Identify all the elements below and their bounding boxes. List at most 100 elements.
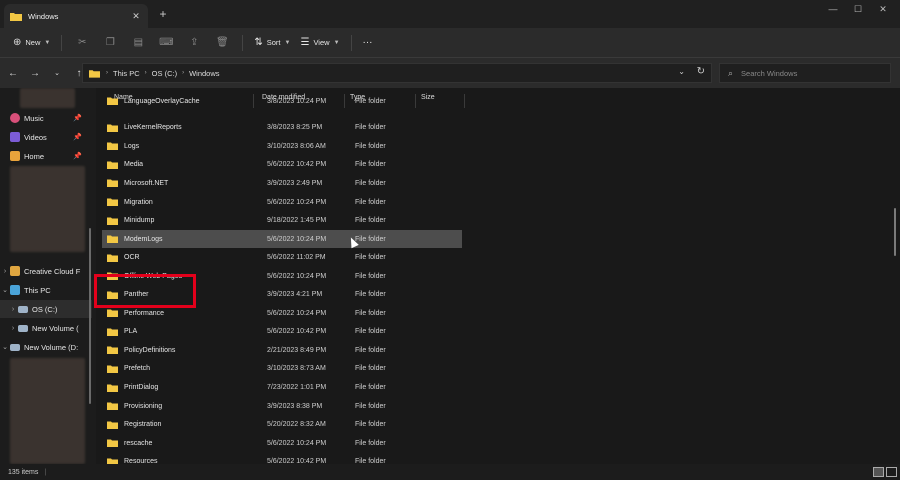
chevron-right-icon: ›	[182, 70, 185, 76]
table-row[interactable]: Registration 5/20/2022 8:32 AM File folder	[102, 415, 462, 434]
maximize-button[interactable]: ☐	[845, 2, 871, 16]
sidebar-item-music[interactable]: Music 📌	[0, 109, 92, 127]
folder-icon	[107, 346, 118, 355]
tiles-view-icon[interactable]	[886, 467, 897, 477]
paste-icon[interactable]: ▤	[131, 36, 145, 50]
tab-windows[interactable]: Windows ✕	[4, 4, 148, 28]
sidebar-item-creative-cloud[interactable]: › Creative Cloud F	[0, 262, 92, 280]
file-name: Prefetch	[124, 365, 151, 373]
sidebar-item-home[interactable]: Home 📌	[0, 147, 92, 165]
sort-button[interactable]: ⇅ Sort ▼	[249, 32, 295, 54]
item-count: 135 items	[8, 468, 39, 476]
chevron-down-icon[interactable]: ⌄	[0, 286, 10, 294]
table-row[interactable]: rescache 5/6/2022 10:24 PM File folder	[102, 434, 462, 453]
close-tab-icon[interactable]: ✕	[130, 10, 142, 22]
table-row[interactable]: Microsoft.NET 3/9/2023 2:49 PM File folder	[102, 174, 462, 193]
chevron-down-icon[interactable]: ⌄	[0, 343, 10, 351]
sidebar-item-this-pc[interactable]: ⌄ This PC	[0, 281, 92, 299]
sidebar-item-new-volume-d[interactable]: ⌄ New Volume (D:	[0, 338, 92, 356]
breadcrumb-this-pc[interactable]: This PC	[113, 69, 140, 78]
new-button[interactable]: ⊕ New ▼	[8, 32, 55, 54]
view-button[interactable]: ☰ View ▼	[295, 32, 344, 54]
sidebar-item-os-c[interactable]: › OS (C:)	[0, 300, 92, 318]
chevron-right-icon[interactable]: ›	[0, 268, 10, 275]
file-date: 5/6/2022 11:02 PM	[267, 254, 326, 262]
cut-icon[interactable]: ✂	[75, 36, 89, 50]
file-type: File folder	[355, 291, 386, 299]
chevron-right-icon[interactable]: ›	[8, 306, 18, 313]
address-row: ← → ⌄ ↑ › This PC › OS (C:) › Windows ⌄ …	[0, 58, 900, 88]
table-row[interactable]: Migration 5/6/2022 10:24 PM File folder	[102, 193, 462, 212]
file-type: File folder	[355, 402, 386, 410]
divider	[61, 34, 63, 51]
sidebar-item-videos[interactable]: Videos 📌	[0, 128, 92, 146]
file-name: PrintDialog	[124, 384, 159, 391]
file-name: Minidump	[124, 217, 155, 225]
rename-icon[interactable]: ⌨	[159, 36, 173, 50]
sidebar-item-label: Videos	[24, 132, 47, 142]
breadcrumb-os-c[interactable]: OS (C:)	[152, 69, 177, 78]
address-dropdown-icon[interactable]: ⌄	[678, 67, 685, 76]
delete-icon[interactable]: 🗑	[215, 36, 229, 50]
folder-icon	[107, 97, 118, 105]
file-name: LanguageOverlayCache	[124, 98, 200, 105]
address-bar[interactable]: › This PC › OS (C:) › Windows ⌄ ↻	[82, 63, 712, 83]
file-name: Microsoft.NET	[124, 179, 169, 187]
file-name: Media	[124, 161, 144, 169]
details-view-icon[interactable]	[873, 467, 884, 477]
table-row[interactable]: PrintDialog 7/23/2022 1:01 PM File folder	[102, 378, 462, 397]
back-arrow-icon[interactable]: ←	[4, 64, 22, 82]
chevron-right-icon: ›	[144, 70, 147, 76]
file-type: File folder	[355, 439, 386, 447]
table-row[interactable]: ModemLogs 5/6/2022 10:24 PM File folder	[102, 229, 462, 249]
drive-icon	[18, 324, 28, 332]
new-tab-button[interactable]: +	[156, 7, 170, 21]
sort-label: Sort	[266, 38, 281, 47]
copy-icon[interactable]: ❐	[103, 36, 117, 50]
table-row[interactable]: Media 5/6/2022 10:42 PM File folder	[102, 156, 462, 175]
file-type: File folder	[355, 365, 386, 373]
file-date: 5/6/2022 10:24 PM	[267, 439, 327, 447]
file-date: 3/8/2023 8:25 PM	[267, 124, 323, 132]
table-row[interactable]: LanguageOverlayCache 3/8/2023 10:24 PM Fil…	[102, 97, 462, 105]
chevron-right-icon: ›	[106, 70, 108, 76]
file-type: File folder	[355, 124, 386, 132]
refresh-icon[interactable]: ↻	[697, 66, 705, 77]
sidebar-item-label: New Volume (D:	[24, 342, 79, 352]
breadcrumb-windows[interactable]: Windows	[189, 69, 219, 78]
table-row[interactable]: Resources 5/6/2022 10:42 PM File folder	[102, 452, 462, 464]
sidebar-scrollbar[interactable]	[89, 228, 91, 404]
file-name: PolicyDefinitions	[124, 346, 176, 354]
file-list-scrollbar[interactable]	[894, 208, 896, 256]
sidebar-item-new-volume[interactable]: › New Volume (	[0, 319, 92, 337]
table-row[interactable]: Prefetch 3/10/2023 8:73 AM File folder	[102, 360, 462, 379]
file-type: File folder	[355, 142, 386, 150]
search-input[interactable]: ⌕ Search Windows	[719, 63, 891, 83]
folder-icon	[107, 439, 118, 448]
recent-chevron-icon[interactable]: ⌄	[48, 64, 66, 82]
more-options-button[interactable]: ···	[358, 32, 378, 54]
table-row[interactable]: Provisioning 3/9/2023 8:38 PM File folder	[102, 397, 462, 416]
divider	[350, 34, 352, 51]
music-icon	[10, 113, 20, 123]
chevron-right-icon[interactable]: ›	[8, 325, 18, 332]
share-icon[interactable]: ⇪	[187, 36, 201, 50]
home-icon	[10, 151, 20, 161]
table-row[interactable]: PLA 5/6/2022 10:42 PM File folder	[102, 323, 462, 342]
table-row[interactable]: Minidump 9/18/2022 1:45 PM File folder	[102, 211, 462, 230]
file-date: 3/9/2023 4:21 PM	[267, 291, 323, 299]
command-bar: ⊕ New ▼ ✂ ❐ ▤ ⌨ ⇪ 🗑 ⇅ Sort ▼ ☰ View ▼ ··…	[0, 28, 900, 58]
file-name: Migration	[124, 198, 153, 206]
forward-arrow-icon[interactable]: →	[26, 64, 44, 82]
minimize-button[interactable]: —	[820, 2, 846, 16]
folder-icon	[107, 309, 118, 318]
close-window-button[interactable]: ✕	[870, 2, 896, 16]
plus-icon: ⊕	[13, 37, 22, 48]
this-pc-icon	[10, 285, 20, 295]
table-row[interactable]: PolicyDefinitions 2/21/2023 8:49 PM File f…	[102, 341, 462, 360]
table-row[interactable]: OCR 5/6/2022 11:02 PM File folder	[102, 248, 462, 267]
table-row[interactable]: Logs 3/10/2023 8:06 AM File folder	[102, 137, 462, 156]
file-date: 2/21/2023 8:49 PM	[267, 346, 327, 354]
file-date: 5/6/2022 10:24 PM	[267, 272, 327, 280]
table-row[interactable]: LiveKernelReports 3/8/2023 8:25 PM File fo…	[102, 119, 462, 138]
